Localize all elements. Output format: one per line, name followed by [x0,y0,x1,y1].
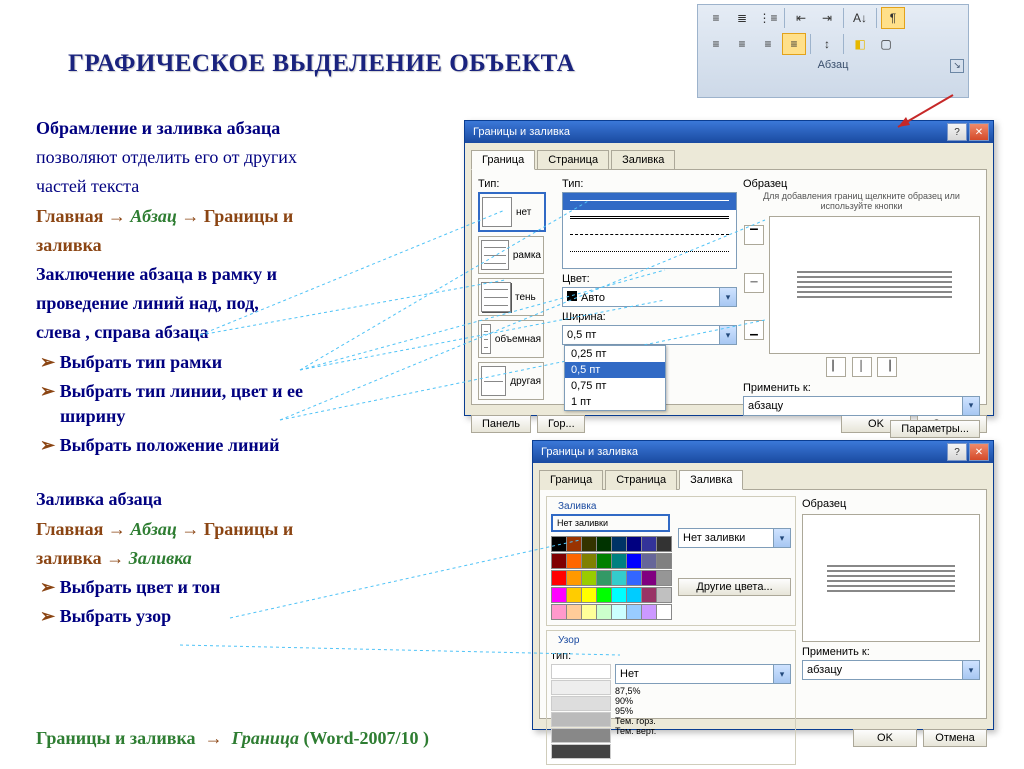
width-label: Ширина: [562,311,737,323]
bullet-3: Выбрать положение линий [40,433,436,458]
sample-label2: Образец [802,498,980,510]
help-icon[interactable]: ? [947,123,967,141]
pilcrow-button[interactable]: ¶ [881,7,905,29]
tab-border[interactable]: Граница [471,150,535,170]
preview-box [769,216,980,354]
more-colors-button[interactable]: Другие цвета... [678,578,791,596]
cancel-button2[interactable]: Отмена [923,729,987,747]
color-combo[interactable]: Авто ▾ [562,287,737,307]
nofill-combo[interactable]: Нет заливки▾ [678,528,791,548]
bullet-2: Выбрать тип линии, цвет и ееширину [40,379,436,429]
align-justify-icon[interactable]: ≡ [782,33,806,55]
tab-page[interactable]: Страница [537,150,609,170]
borders-dialog: Границы и заливка ? ✕ Граница Страница З… [464,120,994,416]
close-icon[interactable]: ✕ [969,123,989,141]
ribbon-paragraph-group: ≡ ≣ ⋮≡ ⇤ ⇥ A↓ ¶ ≡ ≡ ≡ ≡ ↕ ◧ ▢ Абзац ↘ [697,4,969,98]
type-custom[interactable]: другая [478,362,544,400]
fill-legend: Заливка [555,501,600,512]
close-icon[interactable]: ✕ [969,443,989,461]
dialog1-title: Границы и заливка [473,126,570,138]
body-text: Обрамление и заливка абзаца позволяют от… [36,116,436,633]
align-right-icon[interactable]: ≡ [756,33,780,55]
pattern-legend: Узор [555,635,582,646]
tab-shading[interactable]: Заливка [611,150,675,170]
border-right-btn[interactable]: ▕ [877,357,897,377]
p3: частей текста [36,174,436,199]
dialog2-title: Границы и заливка [541,446,638,458]
p4c: слева , справа абзаца [36,320,436,345]
border-vmid-btn[interactable]: │ [852,357,872,377]
ribbon-group-label: Абзац ↘ [698,57,968,75]
type-shadow[interactable]: тень [478,278,544,316]
shading-dialog: Границы и заливка ? ✕ Граница Страница З… [532,440,994,730]
ok-button2[interactable]: OK [853,729,917,747]
path2b: заливка → Заливка [36,546,436,571]
border-left-btn[interactable]: ▏ [826,357,846,377]
page-title: ГРАФИЧЕСКОЕ ВЫДЕЛЕНИЕ ОБЪЕКТА [68,50,575,78]
nofill-swatch[interactable]: Нет заливки [551,514,670,532]
pattern-swatches[interactable] [551,664,611,760]
pattern-tip-label: тип: [551,650,791,662]
apply-combo2[interactable]: абзацу▾ [802,660,980,680]
align-center-icon[interactable]: ≡ [730,33,754,55]
type-box[interactable]: рамка [478,236,544,274]
dialog1-titlebar: Границы и заливка ? ✕ [465,121,993,143]
footer-note: Границы и заливка → Граница (Word-2007/1… [36,728,429,749]
sample-label: Образец [743,178,980,190]
color-palette[interactable] [551,536,670,620]
sort-icon[interactable]: A↓ [848,7,872,29]
p2: позволяют отделить его от других [36,145,436,170]
path1-cont: заливка [36,233,436,258]
bullet-1: Выбрать тип рамки [40,350,436,375]
dialog2-titlebar: Границы и заливка ? ✕ [533,441,993,463]
indent-left-icon[interactable]: ⇤ [789,7,813,29]
preview-box2 [802,514,980,642]
indent-right-icon[interactable]: ⇥ [815,7,839,29]
type-label: Тип: [478,178,556,190]
type-3d[interactable]: объемная [478,320,544,358]
pattern-opts: 87,5% 90% 95% Тем. горз. Тем. верт. [615,686,791,736]
tab-page[interactable]: Страница [605,470,677,490]
border-mid-btn[interactable]: ─ [744,273,764,293]
line-type-label: Тип: [562,178,737,190]
line-spacing-icon[interactable]: ↕ [815,33,839,55]
p4b: проведение линий над, под, [36,291,436,316]
bullet-4: Выбрать цвет и тон [40,575,436,600]
color-label: Цвет: [562,273,737,285]
apply-label2: Применить к: [802,646,980,658]
border-bottom-btn[interactable]: ▁ [744,320,764,340]
help-icon[interactable]: ? [947,443,967,461]
bullet-5: Выбрать узор [40,604,436,629]
p5: Заливка абзаца [36,487,436,512]
panel-button[interactable]: Панель [471,415,531,433]
borders-icon[interactable]: ▢ [874,33,898,55]
type-none[interactable]: нет [478,192,546,232]
hline-button[interactable]: Гор... [537,415,585,433]
width-combo[interactable]: 0,5 пт ▾ [562,325,737,345]
apply-combo[interactable]: абзацу▾ [743,396,980,416]
bullets-icon[interactable]: ≡ [704,7,728,29]
shading-icon[interactable]: ◧ [848,33,872,55]
path1: Главная → Абзац → Границы и [36,204,436,229]
dialog-launcher-icon[interactable]: ↘ [950,59,964,73]
line-style-list[interactable] [562,192,737,269]
apply-label: Применить к: [743,382,980,394]
align-left-icon[interactable]: ≡ [704,33,728,55]
path2: Главная → Абзац → Границы и [36,517,436,542]
tab-shading[interactable]: Заливка [679,470,743,490]
tab-border[interactable]: Граница [539,470,603,490]
p4: Заключение абзаца в рамку и [36,262,436,287]
pattern-combo[interactable]: Нет▾ [615,664,791,684]
p1: Обрамление и заливка абзаца [36,116,436,141]
border-top-btn[interactable]: ▔ [744,225,764,245]
numbering-icon[interactable]: ≣ [730,7,754,29]
sample-hint: Для добавления границ щелкните образец и… [743,192,980,212]
multilevel-icon[interactable]: ⋮≡ [756,7,780,29]
width-dropdown[interactable]: 0,25 пт 0,5 пт 0,75 пт 1 пт [564,345,666,411]
params-button[interactable]: Параметры... [890,420,980,438]
